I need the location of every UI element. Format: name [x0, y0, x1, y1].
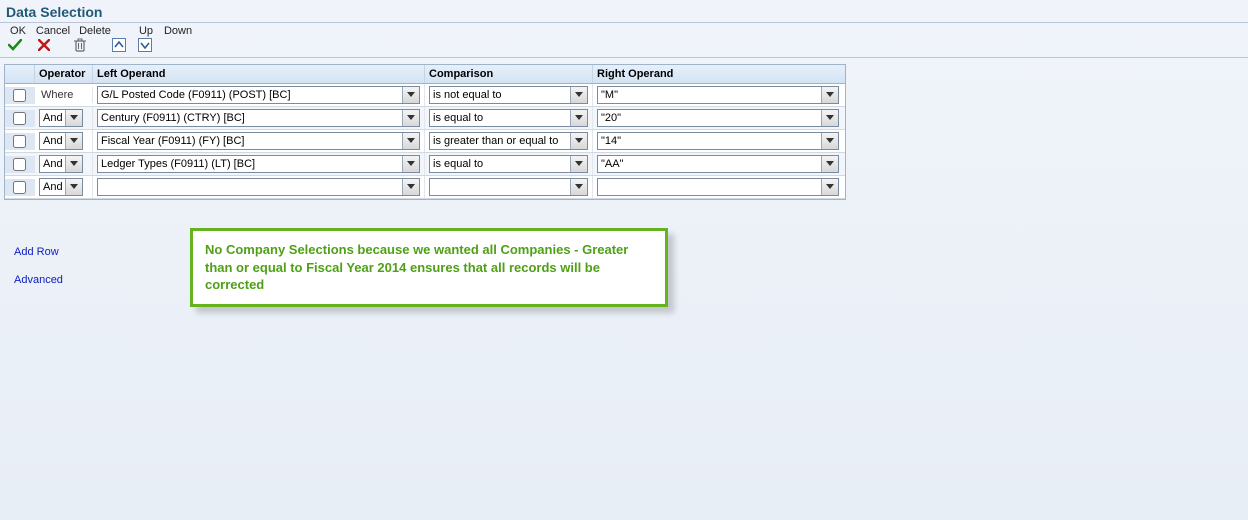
ok-label: OK — [4, 25, 32, 37]
chevron-down-icon[interactable] — [65, 179, 82, 195]
operator-select[interactable]: And — [39, 178, 83, 196]
row-checkbox[interactable] — [13, 181, 26, 194]
up-label: Up — [132, 25, 160, 37]
left-operand-select[interactable]: Fiscal Year (F0911) (FY) [BC] — [97, 132, 420, 150]
up-button[interactable] — [108, 37, 130, 53]
left-operand-select[interactable]: Century (F0911) (CTRY) [BC] — [97, 109, 420, 127]
comparison-select[interactable] — [429, 178, 588, 196]
comparison-select[interactable]: is equal to — [429, 155, 588, 173]
chevron-down-icon[interactable] — [570, 179, 587, 195]
down-button[interactable] — [130, 37, 160, 53]
header-right-operand: Right Operand — [593, 65, 843, 83]
delete-label: Delete — [74, 25, 116, 37]
operator-select[interactable]: And — [39, 132, 83, 150]
row-checkbox[interactable] — [13, 112, 26, 125]
operator-text: Where — [39, 89, 73, 101]
cancel-button[interactable] — [26, 37, 62, 53]
left-operand-select[interactable] — [97, 178, 420, 196]
row-checkbox[interactable] — [13, 135, 26, 148]
chevron-down-icon[interactable] — [570, 110, 587, 126]
chevron-down-icon[interactable] — [821, 87, 838, 103]
trash-icon — [74, 38, 86, 52]
down-label: Down — [160, 25, 196, 37]
page-title: Data Selection — [0, 0, 1248, 22]
divider — [0, 57, 1248, 58]
chevron-down-icon[interactable] — [821, 179, 838, 195]
annotation-callout: No Company Selections because we wanted … — [190, 228, 668, 307]
header-left-operand: Left Operand — [93, 65, 425, 83]
cancel-label: Cancel — [32, 25, 74, 37]
header-comparison: Comparison — [425, 65, 593, 83]
row-checkbox[interactable] — [13, 158, 26, 171]
add-row-link[interactable]: Add Row — [14, 246, 63, 258]
advanced-link[interactable]: Advanced — [14, 274, 63, 286]
criteria-row: And Fiscal Year (F0911) (FY) [BC] is great… — [5, 130, 845, 153]
operator-select[interactable]: And — [39, 155, 83, 173]
chevron-down-icon[interactable] — [402, 87, 419, 103]
chevron-down-icon[interactable] — [821, 156, 838, 172]
grid-header: Operator Left Operand Comparison Right O… — [5, 65, 845, 84]
chevron-down-icon[interactable] — [821, 133, 838, 149]
grid-links: Add Row Advanced — [14, 246, 63, 302]
toolbar-labels: OK Cancel Delete Up Down — [0, 25, 1248, 37]
up-icon — [112, 38, 126, 52]
row-checkbox[interactable] — [13, 89, 26, 102]
chevron-down-icon[interactable] — [65, 133, 82, 149]
chevron-down-icon[interactable] — [570, 133, 587, 149]
criteria-row: And Century (F0911) (CTRY) [BC] is equal t… — [5, 107, 845, 130]
chevron-down-icon[interactable] — [821, 110, 838, 126]
criteria-row: And Ledger Types (F0911) (LT) [BC] is equa… — [5, 153, 845, 176]
comparison-select[interactable]: is not equal to — [429, 86, 588, 104]
chevron-down-icon[interactable] — [570, 87, 587, 103]
criteria-row: Where G/L Posted Code (F0911) (POST) [BC]… — [5, 84, 845, 107]
chevron-down-icon[interactable] — [65, 156, 82, 172]
chevron-down-icon[interactable] — [402, 110, 419, 126]
header-operator: Operator — [35, 65, 93, 83]
left-operand-select[interactable]: G/L Posted Code (F0911) (POST) [BC] — [97, 86, 420, 104]
operator-select[interactable]: And — [39, 109, 83, 127]
right-operand-select[interactable]: "M" — [597, 86, 839, 104]
x-icon — [38, 39, 50, 51]
right-operand-select[interactable] — [597, 178, 839, 196]
right-operand-select[interactable]: "14" — [597, 132, 839, 150]
criteria-row: And — [5, 176, 845, 199]
toolbar-icons — [0, 37, 1248, 57]
down-icon — [138, 38, 152, 52]
left-operand-select[interactable]: Ledger Types (F0911) (LT) [BC] — [97, 155, 420, 173]
chevron-down-icon[interactable] — [65, 110, 82, 126]
chevron-down-icon[interactable] — [570, 156, 587, 172]
chevron-down-icon[interactable] — [402, 133, 419, 149]
delete-button[interactable] — [62, 37, 98, 53]
right-operand-select[interactable]: "AA" — [597, 155, 839, 173]
right-operand-select[interactable]: "20" — [597, 109, 839, 127]
criteria-grid: Operator Left Operand Comparison Right O… — [4, 64, 846, 200]
comparison-select[interactable]: is equal to — [429, 109, 588, 127]
check-icon — [8, 39, 22, 51]
comparison-select[interactable]: is greater than or equal to — [429, 132, 588, 150]
chevron-down-icon[interactable] — [402, 179, 419, 195]
chevron-down-icon[interactable] — [402, 156, 419, 172]
divider — [0, 22, 1248, 23]
ok-button[interactable] — [4, 37, 26, 53]
